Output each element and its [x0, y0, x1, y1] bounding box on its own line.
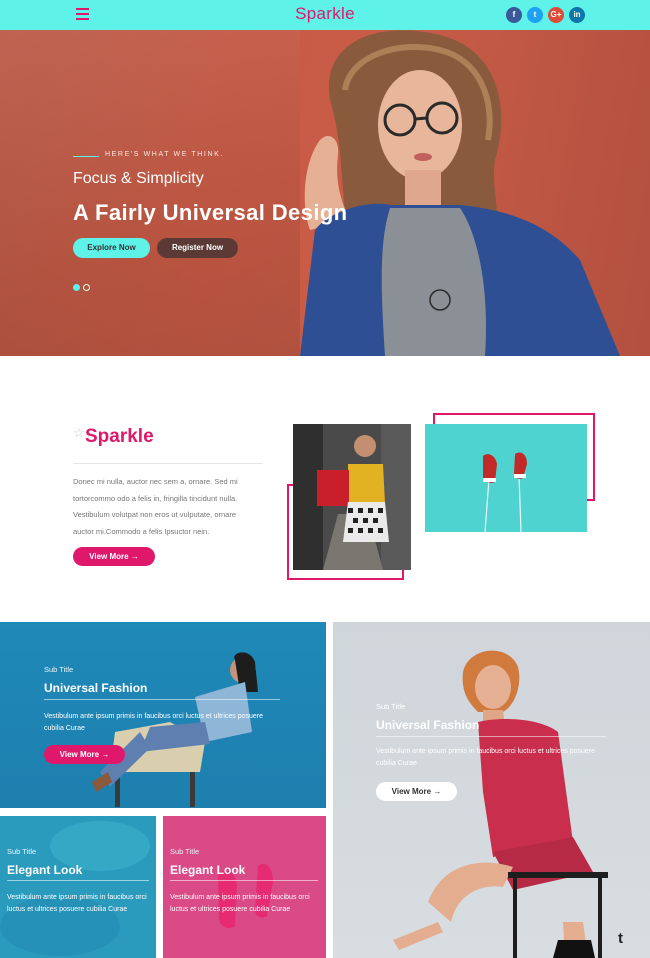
- hero-subtitle: Focus & Simplicity: [73, 170, 204, 187]
- top-navbar: Sparkle f t G+ in: [0, 0, 650, 30]
- card-title: Universal Fashion: [376, 718, 480, 732]
- corner-logo-mark: t: [618, 930, 623, 947]
- register-now-button[interactable]: Register Now: [157, 238, 238, 258]
- sneaker-background-photo: [0, 821, 150, 956]
- card-title: Elegant Look: [170, 863, 246, 877]
- divider: [170, 880, 318, 881]
- divider: [7, 880, 149, 881]
- twitter-icon[interactable]: t: [527, 7, 543, 23]
- view-more-button[interactable]: View More →: [376, 782, 457, 801]
- card-subtitle: Sub Title: [376, 702, 406, 711]
- hero-title: A Fairly Universal Design: [73, 200, 348, 225]
- slider-dot-active[interactable]: [73, 284, 80, 291]
- view-more-button[interactable]: View More →: [44, 745, 125, 764]
- card-text: Vestibulum ante ipsum primis in faucibus…: [376, 748, 596, 767]
- hero-slider: HERE'S WHAT WE THINK. Focus & Simplicity…: [0, 30, 650, 356]
- card-title: Universal Fashion: [44, 681, 148, 695]
- pink-sneakers-photo: [218, 863, 273, 928]
- google-plus-icon[interactable]: G+: [548, 7, 564, 23]
- divider: [44, 699, 280, 700]
- hero-eyebrow-line: [73, 156, 99, 157]
- about-text: Donec mi nulla, auctor nec sem a, ornare…: [73, 477, 238, 536]
- card-text: Vestibulum ante ipsum primis in faucibus…: [170, 894, 310, 913]
- hero-background-texture: [0, 30, 300, 356]
- card-subtitle: Sub Title: [7, 847, 37, 856]
- card-subtitle: Sub Title: [44, 665, 74, 674]
- hero-woman-photo: [300, 30, 620, 356]
- card-text: Vestibulum ante ipsum primis in faucibus…: [44, 713, 264, 732]
- red-sneakers-photo: [425, 424, 587, 532]
- feature-card: Sub Title Elegant Look Vestibulum ante i…: [0, 816, 156, 958]
- facebook-icon[interactable]: f: [506, 7, 522, 23]
- card-subtitle: Sub Title: [170, 847, 200, 856]
- woman-with-red-bag-photo: [293, 424, 411, 570]
- card-text: Vestibulum ante ipsum primis in faucibus…: [7, 894, 147, 913]
- view-more-button[interactable]: View More →: [73, 547, 155, 566]
- linkedin-icon[interactable]: in: [569, 7, 585, 23]
- divider: [376, 736, 606, 737]
- feature-card: Sub Title Elegant Look Vestibulum ante i…: [163, 816, 326, 958]
- feature-card: Sub Title Universal Fashion Vestibulum a…: [0, 622, 326, 808]
- card-title: Elegant Look: [7, 863, 83, 877]
- hero-eyebrow: HERE'S WHAT WE THINK.: [105, 151, 224, 158]
- divider: [73, 463, 263, 464]
- explore-now-button[interactable]: Explore Now: [73, 238, 150, 258]
- star-icon: ☆: [73, 425, 85, 440]
- about-title: Sparkle: [85, 426, 154, 447]
- slider-dot[interactable]: [83, 284, 90, 291]
